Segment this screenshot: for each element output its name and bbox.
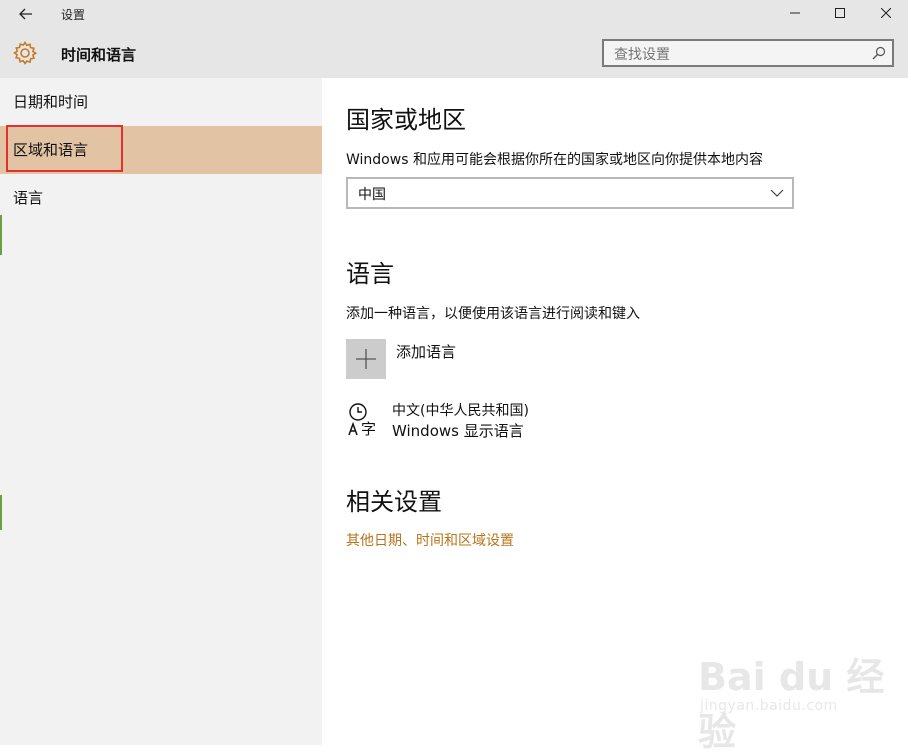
baidu-watermark: Bai du 经验 jingyan.baidu.com <box>698 646 898 754</box>
settings-header: 时间和语言 <box>0 28 908 78</box>
maximize-button[interactable] <box>818 0 862 28</box>
sidebar: 日期和时间 区域和语言 语言 <box>0 78 322 745</box>
add-language-label[interactable]: 添加语言 <box>396 341 456 362</box>
window-edge-accent <box>0 215 2 255</box>
plus-icon <box>356 349 376 369</box>
chevron-down-icon <box>770 189 784 197</box>
close-button[interactable] <box>864 0 908 28</box>
search-box[interactable] <box>602 39 894 67</box>
section-heading-region: 国家或地区 <box>346 106 466 134</box>
sidebar-item-speech[interactable]: 语言 <box>0 174 322 222</box>
back-button[interactable] <box>12 2 40 26</box>
back-arrow-icon <box>19 8 32 20</box>
minimize-button[interactable] <box>773 0 817 28</box>
svg-text:字: 字 <box>361 420 376 437</box>
installed-language-status: Windows 显示语言 <box>392 422 524 440</box>
minimize-icon <box>790 12 800 14</box>
window-edge-accent <box>0 495 2 530</box>
page-title: 时间和语言 <box>61 46 137 64</box>
installed-language-name[interactable]: 中文(中华人民共和国) <box>392 400 529 420</box>
additional-date-time-region-link[interactable]: 其他日期、时间和区域设置 <box>346 530 514 550</box>
section-heading-related: 相关设置 <box>346 488 442 516</box>
highlight-box-sidebar <box>6 125 123 172</box>
sidebar-item-label: 语言 <box>13 189 44 207</box>
country-region-select[interactable]: 中国 <box>346 177 794 209</box>
watermark-url: jingyan.baidu.com <box>700 698 838 714</box>
sidebar-item-date-time[interactable]: 日期和时间 <box>0 78 322 126</box>
add-language-button[interactable] <box>346 339 386 379</box>
maximize-icon <box>835 8 845 18</box>
close-icon <box>880 7 892 19</box>
gear-icon <box>12 40 38 65</box>
sidebar-item-label: 日期和时间 <box>13 93 89 111</box>
language-icon[interactable]: 字 <box>346 401 382 437</box>
search-icon[interactable] <box>872 46 886 60</box>
search-input[interactable] <box>612 44 866 66</box>
language-description: 添加一种语言，以便使用该语言进行阅读和键入 <box>346 306 640 322</box>
window-title: 设置 <box>61 8 86 22</box>
main-content: 国家或地区 Windows 和应用可能会根据你所在的国家或地区向你提供本地内容 … <box>322 78 908 745</box>
region-description: Windows 和应用可能会根据你所在的国家或地区向你提供本地内容 <box>346 152 763 168</box>
title-bar: 设置 <box>0 0 908 28</box>
selected-country: 中国 <box>358 187 386 203</box>
section-heading-language: 语言 <box>346 260 394 288</box>
